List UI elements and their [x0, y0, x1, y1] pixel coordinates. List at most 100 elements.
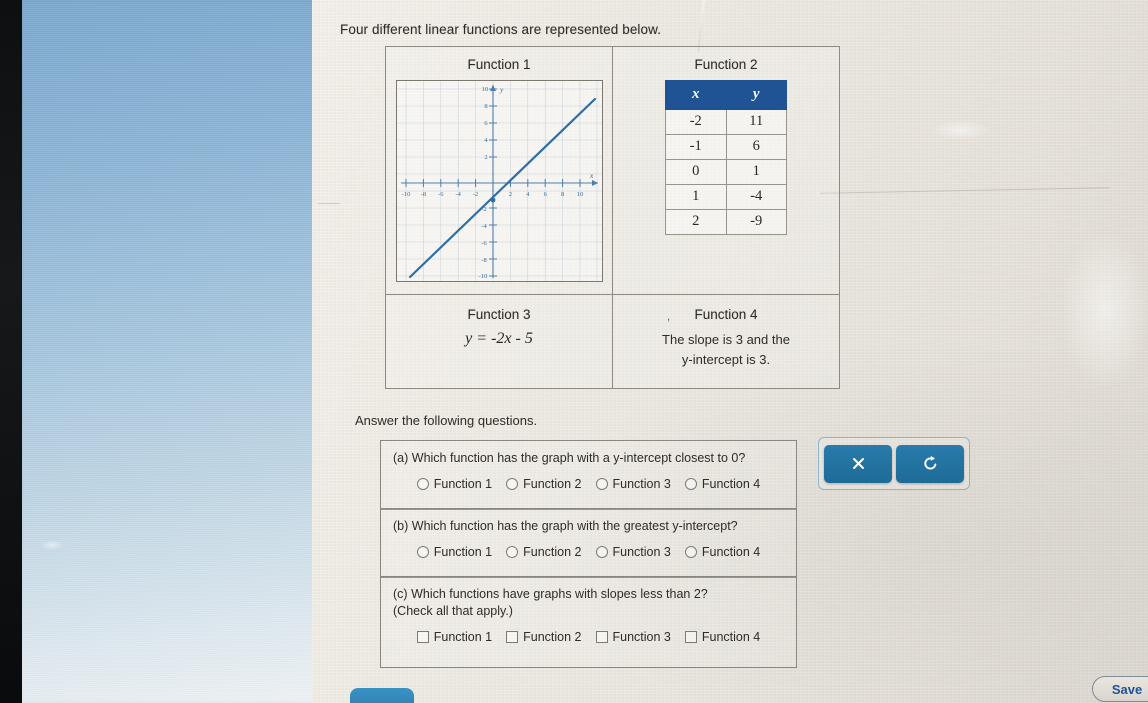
functions-table: Function 1 -10 -8 -6 -4 -2 2 4 6 8 10 10…	[385, 46, 840, 389]
cell-y: 6	[725, 134, 787, 160]
svg-text:6: 6	[543, 191, 547, 198]
question-c-subtext: (Check all that apply.)	[393, 604, 513, 618]
undo-icon	[923, 455, 936, 470]
radio-icon[interactable]	[684, 546, 697, 558]
radio-icon[interactable]	[506, 478, 519, 490]
question-b-label: (b)	[393, 519, 409, 533]
option-function-1[interactable]: Function 1	[416, 477, 492, 491]
clear-button[interactable]	[824, 444, 892, 483]
option-function-3[interactable]: Function 3	[595, 477, 671, 491]
svg-text:-4: -4	[481, 223, 487, 230]
question-b-text: (b) Which function has the graph with th…	[381, 509, 796, 535]
function-2-value-table: x y -2 11 -1 6 0 1 1 -4 2 -9	[665, 80, 787, 235]
question-c-options: Function 1 Function 2 Function 3 Functio…	[381, 620, 796, 644]
grid-lines	[396, 81, 602, 281]
checkbox-icon[interactable]	[416, 631, 429, 643]
question-a-label: (a)	[393, 451, 409, 465]
svg-text:4: 4	[526, 191, 530, 198]
cell-y: -9	[725, 209, 787, 235]
undo-button[interactable]	[896, 444, 964, 483]
function-4-description-line-2: y-intercept is 3.	[681, 352, 771, 367]
question-b: (b) Which function has the graph with th…	[380, 508, 797, 578]
option-function-3[interactable]: Function 3	[595, 545, 671, 559]
radio-icon[interactable]	[506, 546, 519, 558]
function-1-title: Function 1	[467, 57, 531, 72]
table-row: Function 3 y = -2x - 5 Function 4 The sl…	[385, 294, 840, 389]
question-c-text: (c) Which functions have graphs with slo…	[381, 577, 796, 620]
cell-x: 2	[665, 209, 727, 235]
option-function-2[interactable]: Function 2	[506, 630, 582, 644]
cell-y: 1	[725, 159, 787, 185]
svg-text:6: 6	[484, 120, 488, 127]
svg-text:10: 10	[481, 86, 488, 93]
photo-of-screen: Four different linear functions are repr…	[0, 0, 1148, 703]
value-table-header-row: x y	[665, 80, 787, 110]
function-3-equation: y = -2x - 5	[465, 330, 533, 347]
svg-text:8: 8	[560, 191, 563, 198]
table-row: -2 11	[665, 109, 787, 135]
radio-icon[interactable]	[416, 546, 429, 558]
function-4-cell: Function 4 The slope is 3 and the y-inte…	[612, 294, 840, 389]
cell-y: 11	[725, 109, 787, 135]
option-function-4[interactable]: Function 4	[684, 477, 760, 491]
option-function-4[interactable]: Function 4	[684, 630, 760, 644]
cell-x: 1	[665, 184, 727, 210]
plotted-line	[408, 97, 596, 279]
question-b-options: Function 1 Function 2 Function 3 Functio…	[381, 535, 796, 559]
option-function-3[interactable]: Function 3	[595, 630, 671, 644]
svg-text:y: y	[499, 85, 504, 94]
table-row: 0 1	[665, 159, 787, 185]
svg-text:-10: -10	[478, 273, 487, 280]
answer-instructions: Answer the following questions.	[355, 413, 538, 428]
svg-text:8: 8	[484, 103, 487, 110]
table-row: 2 -9	[665, 209, 787, 235]
svg-text:-2: -2	[472, 191, 477, 198]
paper-highlight	[40, 540, 64, 550]
svg-text:x: x	[589, 171, 594, 180]
svg-text:2: 2	[484, 154, 487, 161]
svg-text:-8: -8	[481, 257, 486, 264]
question-c-body: Which functions have graphs with slopes …	[411, 587, 708, 601]
checkbox-icon[interactable]	[684, 631, 697, 643]
option-function-1[interactable]: Function 1	[416, 630, 492, 644]
worksheet: Four different linear functions are repr…	[330, 0, 1030, 703]
question-a: (a) Which function has the graph with a …	[380, 440, 797, 510]
x-icon	[852, 458, 864, 469]
radio-icon[interactable]	[595, 546, 608, 558]
svg-text:4: 4	[484, 137, 488, 144]
coordinate-plane-svg: -10 -8 -6 -4 -2 2 4 6 8 10 10 8 6 4 2 -2…	[396, 81, 602, 281]
cell-x: -2	[665, 109, 727, 135]
y-intercept-point	[490, 197, 495, 203]
option-function-4[interactable]: Function 4	[684, 545, 760, 559]
function-1-graph: -10 -8 -6 -4 -2 2 4 6 8 10 10 8 6 4 2 -2…	[395, 80, 603, 282]
checkbox-icon[interactable]	[595, 631, 608, 643]
table-row: Function 1 -10 -8 -6 -4 -2 2 4 6 8 10 10…	[385, 46, 840, 295]
question-a-text: (a) Which function has the graph with a …	[381, 441, 796, 467]
function-2-title: Function 2	[694, 57, 758, 72]
axis-arrows	[489, 85, 598, 186]
cell-x: 0	[665, 159, 727, 185]
page-title: Four different linear functions are repr…	[340, 22, 662, 37]
save-button[interactable]: Save	[1092, 676, 1148, 702]
radio-icon[interactable]	[595, 478, 608, 490]
radio-icon[interactable]	[684, 478, 697, 490]
stray-mark: ,	[667, 311, 671, 323]
radio-icon[interactable]	[416, 478, 429, 490]
paper-highlight	[1060, 230, 1148, 390]
explanation-button[interactable]	[350, 688, 414, 703]
question-c-label: (c)	[393, 587, 408, 601]
option-function-2[interactable]: Function 2	[506, 477, 582, 491]
function-3-cell: Function 3 y = -2x - 5	[385, 294, 613, 389]
question-c: (c) Which functions have graphs with slo…	[380, 576, 797, 668]
tool-panel	[818, 437, 970, 490]
function-4-title: Function 4	[694, 307, 758, 322]
option-function-2[interactable]: Function 2	[506, 545, 582, 559]
checkbox-icon[interactable]	[506, 631, 519, 643]
option-function-1[interactable]: Function 1	[416, 545, 492, 559]
cell-x: -1	[665, 134, 727, 160]
function-3-title: Function 3	[467, 307, 531, 322]
table-row: -1 6	[665, 134, 787, 160]
function-1-cell: Function 1 -10 -8 -6 -4 -2 2 4 6 8 10 10…	[385, 46, 613, 295]
question-a-body: Which function has the graph with a y-in…	[411, 451, 746, 465]
table-row: 1 -4	[665, 184, 787, 210]
